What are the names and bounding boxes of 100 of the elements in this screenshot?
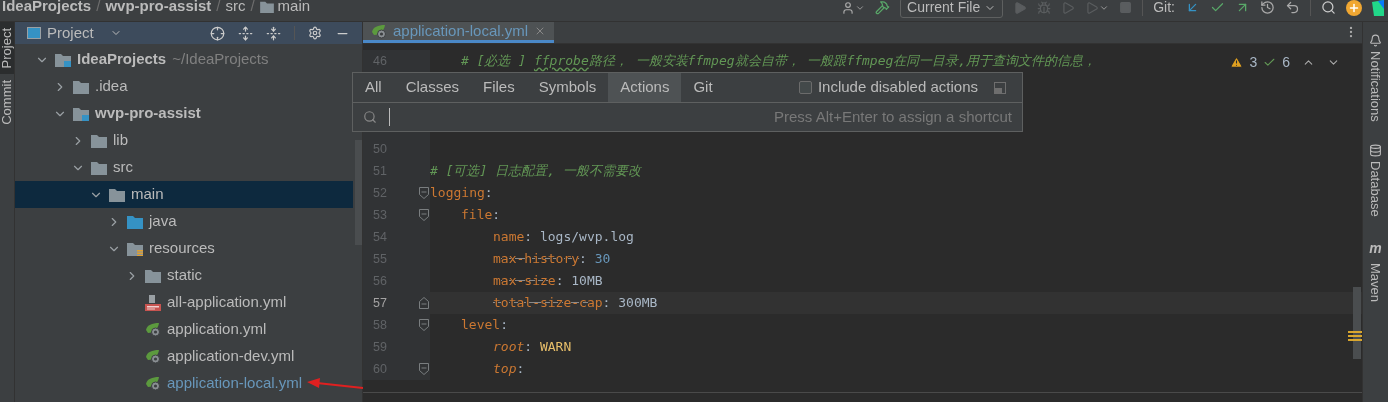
folder-icon xyxy=(73,79,89,94)
tree-item-label: src xyxy=(113,157,133,178)
tree-item-label: application-dev.yml xyxy=(167,346,295,367)
tree-item[interactable]: lib xyxy=(15,127,353,154)
update-available-icon[interactable] xyxy=(1346,0,1362,16)
tree-item-label: lib xyxy=(113,130,128,151)
tree-item-label: resources xyxy=(149,238,215,259)
tree-item[interactable]: application-dev.yml xyxy=(15,343,353,370)
code-line: max-size: 10MB xyxy=(492,272,603,291)
weak-warning-icon[interactable] xyxy=(1263,56,1277,69)
tree-item-label: java xyxy=(149,211,177,232)
breadcrumb-separator: / xyxy=(216,0,221,17)
collapse-all-icon[interactable] xyxy=(266,25,281,41)
scrollbar-thumb[interactable] xyxy=(1353,287,1361,359)
tree-item-label: application.yml xyxy=(167,319,267,340)
warning-icon[interactable] xyxy=(1230,56,1244,69)
vcs-label: Git: xyxy=(1153,0,1175,17)
fold-icon[interactable] xyxy=(419,187,429,199)
error-stripe-icon xyxy=(1348,331,1362,341)
code-line: file: xyxy=(460,206,501,225)
folder-icon xyxy=(73,106,89,121)
tool-window-tab[interactable]: Database xyxy=(1365,143,1386,217)
tree-item[interactable]: static xyxy=(15,262,353,289)
breadcrumb-item[interactable]: IdeaProjects xyxy=(2,0,92,18)
breadcrumb-item[interactable]: main xyxy=(259,0,311,18)
folder-icon xyxy=(109,187,125,202)
tree-item[interactable]: .idea xyxy=(15,73,353,100)
breadcrumb-item[interactable]: src xyxy=(225,0,246,18)
app-logo-icon[interactable] xyxy=(1372,0,1384,16)
popup-tab[interactable]: Classes xyxy=(393,73,472,102)
fold-icon[interactable] xyxy=(419,209,429,221)
tree-item-label: application-local.yml xyxy=(167,373,303,394)
tree-item[interactable]: java xyxy=(15,208,353,235)
folder-icon xyxy=(55,52,71,67)
folder-icon xyxy=(145,268,161,283)
tree-item-label: main xyxy=(131,184,164,205)
code-line: logging: xyxy=(430,184,493,203)
breadcrumb-separator: / xyxy=(96,0,101,17)
yaml-file-icon xyxy=(145,294,161,311)
popup-tab[interactable]: Symbols xyxy=(526,73,609,102)
tree-item[interactable]: all-application.yml xyxy=(15,289,353,316)
code-line: root: WARN xyxy=(492,338,572,357)
code-line: name: logs/wvp.log xyxy=(492,228,634,247)
expand-all-icon[interactable] xyxy=(238,25,253,41)
code-line: top: xyxy=(492,360,525,379)
rollback-icon[interactable] xyxy=(1285,0,1300,15)
tree-item[interactable]: application-local.yml xyxy=(15,370,353,397)
fold-icon[interactable] xyxy=(419,363,429,375)
settings-icon[interactable] xyxy=(308,26,322,40)
scrollbar-thumb[interactable] xyxy=(355,140,362,245)
tree-item-label: IdeaProjects xyxy=(77,49,167,70)
code-line: total-size-cap: 300MB xyxy=(492,294,658,313)
tool-window-tab[interactable]: Commit xyxy=(0,74,14,132)
tool-window-tab[interactable]: Project xyxy=(0,22,14,75)
tool-window-tab[interactable]: m Maven xyxy=(1365,238,1386,303)
folder-icon xyxy=(127,214,143,229)
code-line: max-history: 30 xyxy=(492,250,611,269)
hammer-icon[interactable] xyxy=(875,0,891,15)
tree-item[interactable]: IdeaProjects ~/IdeaProjects xyxy=(15,46,353,73)
tool-window-tab[interactable]: Notifications xyxy=(1365,34,1386,122)
search-icon[interactable] xyxy=(1321,0,1336,15)
panel-title[interactable]: Project xyxy=(47,21,94,45)
popup-tab[interactable]: Actions xyxy=(608,73,682,102)
fold-end-icon[interactable] xyxy=(419,297,429,309)
bell-icon xyxy=(1369,34,1382,47)
folder-icon xyxy=(259,0,274,13)
popup-tab[interactable]: Git xyxy=(681,73,725,102)
fold-icon[interactable] xyxy=(419,319,429,331)
tree-item-label: .idea xyxy=(95,76,128,97)
locate-icon[interactable] xyxy=(210,25,225,41)
breadcrumb-separator: / xyxy=(250,0,255,17)
history-icon[interactable] xyxy=(1260,0,1275,15)
run-config-dropdown[interactable]: Current File xyxy=(900,0,1004,18)
preview-icon[interactable] xyxy=(994,81,1006,94)
user-icon[interactable] xyxy=(841,0,866,15)
tree-item[interactable]: main xyxy=(15,181,353,208)
breadcrumb-item[interactable]: wvp-pro-assist xyxy=(105,0,212,18)
panel-window-icon xyxy=(27,27,41,39)
tree-item[interactable]: resources xyxy=(15,235,353,262)
warning-count[interactable]: 3 xyxy=(1249,52,1258,73)
tree-item[interactable]: src xyxy=(15,154,353,181)
tree-item[interactable]: application.yml xyxy=(15,316,353,343)
tree-item-label: wvp-pro-assist xyxy=(95,103,201,124)
line-number: 57 xyxy=(372,294,387,312)
database-icon xyxy=(1369,143,1382,157)
folder-icon xyxy=(91,133,107,148)
tree-item[interactable]: wvp-pro-assist xyxy=(15,100,353,127)
code-line: level: xyxy=(460,316,508,335)
popup-tab[interactable]: Files xyxy=(471,73,527,102)
tree-item-label: all-application.yml xyxy=(167,292,287,313)
weak-warning-count[interactable]: 6 xyxy=(1282,52,1290,73)
shortcut-hint: Press Alt+Enter to assign a shortcut xyxy=(773,106,1012,127)
popup-tab[interactable]: All xyxy=(353,73,394,102)
maven-icon: m xyxy=(1369,238,1382,260)
path-hint: ~/IdeaProjects xyxy=(172,49,269,70)
spring-leaf-icon xyxy=(145,376,161,391)
code-line: # [必选 ] ffprobe路径， 一般安装ffmpeg就会自带， 一般跟ffmpeg在同一目录,用于查询文件的信息， xyxy=(460,52,1097,71)
search-icon xyxy=(363,110,377,124)
annotation-arrow xyxy=(305,377,365,391)
spring-leaf-icon xyxy=(145,322,161,337)
